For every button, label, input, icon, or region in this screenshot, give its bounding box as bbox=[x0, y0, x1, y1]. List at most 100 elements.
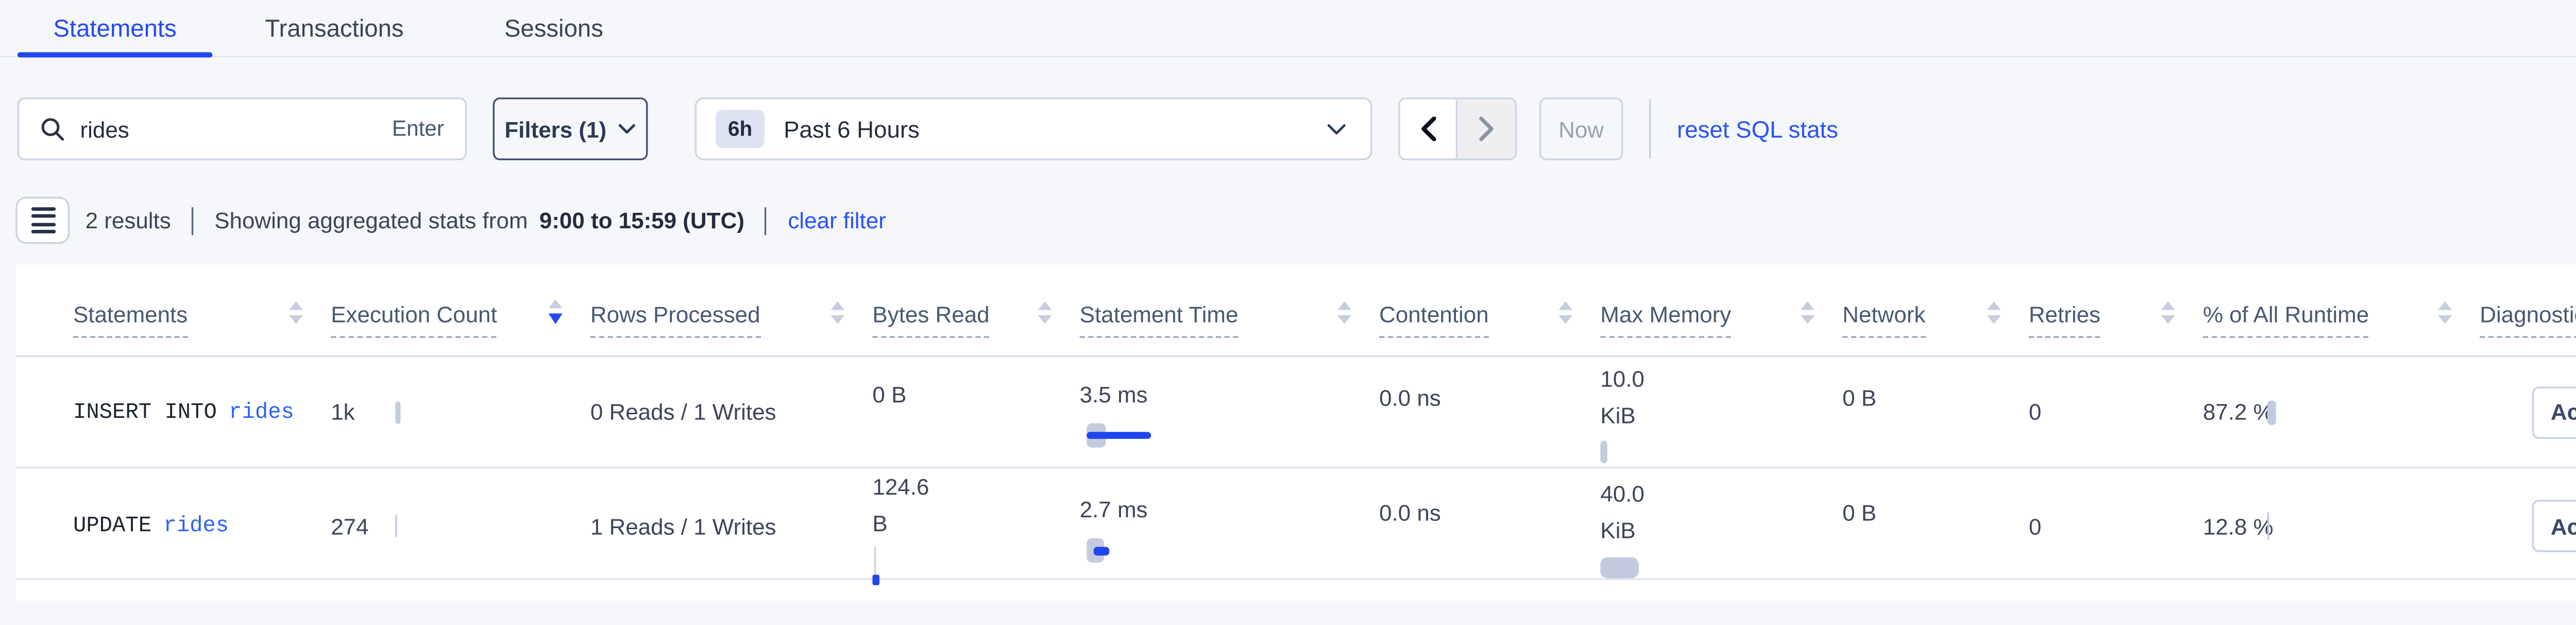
hamburger-icon bbox=[30, 208, 55, 233]
tab-label: Sessions bbox=[504, 13, 603, 41]
clear-filter-link[interactable]: clear filter bbox=[788, 207, 886, 233]
column-label: Statements bbox=[73, 301, 188, 338]
statement-time-bar bbox=[1080, 538, 1379, 563]
column-label: Statement Time bbox=[1080, 301, 1239, 338]
statement-time-value: 2.7 ms bbox=[1080, 491, 1148, 528]
column-selector-button[interactable] bbox=[15, 197, 70, 244]
sort-icon[interactable] bbox=[1337, 301, 1351, 324]
column-header-rows-processed[interactable]: Rows Processed bbox=[590, 301, 873, 338]
contention-value: 0.0 ns bbox=[1379, 379, 1441, 416]
toolbar-divider bbox=[1649, 99, 1651, 159]
column-header-statement-time[interactable]: Statement Time bbox=[1080, 301, 1379, 338]
sort-icon[interactable] bbox=[289, 301, 303, 324]
tab-statements[interactable]: Statements bbox=[18, 0, 213, 56]
contention-cell: 0.0 ns bbox=[1379, 468, 1600, 585]
sort-icon[interactable] bbox=[1558, 301, 1572, 324]
statement-keyword: UPDATE bbox=[73, 515, 151, 539]
statement-time-bar bbox=[1080, 424, 1379, 448]
search-input[interactable] bbox=[80, 116, 392, 142]
tab-transactions[interactable]: Transactions bbox=[239, 0, 430, 56]
bytes-read-cell: 0 B bbox=[872, 357, 1079, 467]
column-label: Retries bbox=[2029, 301, 2100, 338]
activate-diagnostics-button[interactable]: Activate bbox=[2532, 386, 2576, 438]
column-header-diagnostics[interactable]: Diagnostics bbox=[2480, 301, 2576, 338]
sort-icon[interactable] bbox=[1801, 301, 1815, 324]
contention-value: 0.0 ns bbox=[1379, 494, 1441, 531]
statement-time-cell: 2.7 ms bbox=[1080, 468, 1379, 585]
tab-bar: Statements Transactions Sessions bbox=[0, 0, 2576, 58]
statement-table-name: rides bbox=[229, 400, 294, 424]
statement-time-cell: 3.5 ms bbox=[1080, 357, 1379, 467]
reset-sql-stats-link[interactable]: reset SQL stats bbox=[1677, 116, 1838, 142]
table-header-row: Statements Execution Count Rows Processe… bbox=[15, 265, 2576, 357]
sort-icon[interactable] bbox=[1038, 301, 1052, 324]
bytes-read-value: 0 B bbox=[872, 376, 906, 413]
diagnostics-cell: Activate bbox=[2480, 357, 2576, 467]
statement-link[interactable]: INSERT INTO rides bbox=[73, 357, 331, 467]
statement-link[interactable]: UPDATE rides bbox=[73, 468, 331, 585]
column-header-contention[interactable]: Contention bbox=[1379, 301, 1600, 338]
filters-button[interactable]: Filters (1) bbox=[493, 97, 648, 160]
time-range-dropdown[interactable]: 6h Past 6 Hours bbox=[695, 97, 1372, 160]
results-bar: 2 results Showing aggregated stats from … bbox=[15, 197, 2576, 244]
execution-count-cell: 1k bbox=[331, 357, 590, 467]
rows-processed-cell: 1 Reads / 1 Writes bbox=[590, 468, 873, 585]
column-header-statements[interactable]: Statements bbox=[73, 301, 331, 338]
search-box[interactable]: Enter bbox=[18, 97, 467, 160]
sort-icon[interactable] bbox=[2438, 301, 2452, 324]
bytes-read-bar bbox=[872, 547, 886, 585]
contention-cell: 0.0 ns bbox=[1379, 357, 1600, 467]
execution-count-bar bbox=[395, 400, 399, 423]
retries-value: 0 bbox=[2029, 514, 2041, 540]
mean-bar bbox=[1094, 547, 1109, 556]
statement-time-value: 3.5 ms bbox=[1080, 376, 1148, 413]
execution-count-cell: 274 bbox=[331, 468, 590, 585]
column-header-bytes-read[interactable]: Bytes Read bbox=[872, 301, 1079, 338]
network-cell: 0 B bbox=[1842, 357, 2029, 467]
table-row: UPDATErides 274 1 Reads / 1 Writes 124.6… bbox=[15, 468, 2576, 580]
statement-table-name: rides bbox=[163, 515, 229, 539]
column-label: Network bbox=[1842, 301, 1925, 338]
now-button[interactable]: Now bbox=[1539, 97, 1623, 160]
filters-label: Filters (1) bbox=[504, 116, 606, 142]
sort-icon[interactable] bbox=[549, 299, 563, 324]
rows-processed-cell: 0 Reads / 1 Writes bbox=[590, 357, 873, 467]
tab-sessions[interactable]: Sessions bbox=[473, 0, 634, 56]
sort-icon[interactable] bbox=[831, 301, 844, 324]
column-label: % of All Runtime bbox=[2203, 301, 2369, 338]
max-memory-cell: 40.0 KiB bbox=[1600, 468, 1842, 585]
next-interval-button[interactable] bbox=[1458, 99, 1515, 159]
previous-interval-button[interactable] bbox=[1400, 99, 1458, 159]
statements-page: Statements Transactions Sessions Enter F… bbox=[0, 0, 2576, 625]
column-header-network[interactable]: Network bbox=[1842, 301, 2029, 338]
time-range-badge: 6h bbox=[716, 110, 765, 148]
column-header-pct-runtime[interactable]: % of All Runtime bbox=[2203, 301, 2480, 338]
column-header-retries[interactable]: Retries bbox=[2029, 301, 2203, 338]
execution-count-value: 274 bbox=[331, 514, 368, 540]
summary-time-window: 9:00 to 15:59 (UTC) bbox=[539, 207, 744, 233]
table-row: INSERT INTO rides 1k 0 Reads / 1 Writes 0… bbox=[15, 357, 2576, 468]
execution-count-bar bbox=[395, 515, 397, 538]
time-nav-arrows bbox=[1398, 97, 1517, 160]
column-label: Diagnostics bbox=[2480, 301, 2576, 338]
sort-icon[interactable] bbox=[1987, 301, 2001, 324]
sort-icon[interactable] bbox=[2161, 301, 2175, 324]
retries-value: 0 bbox=[2029, 399, 2041, 425]
pct-runtime-value: 12.8 % bbox=[2203, 508, 2274, 545]
execution-count-value: 1k bbox=[331, 399, 354, 425]
statements-table: Statements Execution Count Rows Processe… bbox=[15, 265, 2576, 601]
column-label: Bytes Read bbox=[872, 301, 989, 338]
column-header-max-memory[interactable]: Max Memory bbox=[1600, 301, 1842, 338]
chevron-left-icon bbox=[1420, 116, 1435, 141]
activate-diagnostics-button[interactable]: Activate bbox=[2532, 501, 2576, 553]
max-memory-value: 10.0 KiB bbox=[1600, 360, 1677, 434]
statement-keyword: INSERT INTO bbox=[73, 400, 217, 424]
active-tab-underline bbox=[18, 52, 213, 57]
network-cell: 0 B bbox=[1842, 468, 2029, 585]
rows-processed-value: 1 Reads / 1 Writes bbox=[590, 514, 776, 540]
pct-runtime-cell: 87.2 % bbox=[2203, 357, 2480, 467]
column-header-execution-count[interactable]: Execution Count bbox=[331, 299, 590, 337]
pct-runtime-bar bbox=[2267, 400, 2275, 424]
mean-bar bbox=[1087, 432, 1151, 440]
column-label: Rows Processed bbox=[590, 301, 760, 338]
